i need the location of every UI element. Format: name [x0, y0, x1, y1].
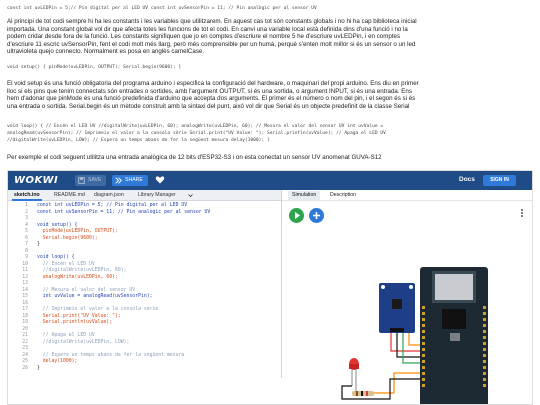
chevron-down-icon[interactable] — [188, 193, 193, 198]
paragraph-line: podem cridar desde fora de la funció. Le… — [7, 33, 401, 41]
paragraph-setup: El void setup és una funció obligatoria … — [7, 80, 533, 110]
share-button[interactable]: SHARE — [112, 175, 148, 186]
code-snippet-loop-line: void loop() { // Encén el LED UV //digit… — [7, 124, 384, 129]
simulation-canvas[interactable] — [282, 201, 532, 404]
paragraph-line: importada. Una constant global vol dir q… — [7, 25, 408, 33]
tab-library-manager[interactable]: Library Manager — [138, 192, 176, 198]
code-line: delay(1000); — [37, 359, 78, 364]
save-icon — [78, 177, 85, 184]
paragraph-line: El void setup és una funció obligatoria … — [7, 80, 419, 87]
code-editor[interactable]: 1 const int uvLEDPin = 5; // Pin digital … — [8, 201, 281, 378]
paragraph-constants: Al principi de tot codi sempre hi ha les… — [7, 18, 533, 56]
circuit-diagram — [341, 267, 488, 404]
save-button[interactable]: SAVE — [75, 175, 107, 186]
code-line: int uvValue = analogRead(uvSensorPin); — [37, 294, 153, 299]
uv-sensor-module — [379, 283, 415, 333]
wokwi-toolbar: WOKWI SAVE SHARE Docs SIGN IN — [8, 171, 532, 190]
wokwi-embed: WOKWI SAVE SHARE Docs SIGN IN sketch.ino… — [7, 170, 533, 405]
tab-readme-md[interactable]: README.md — [54, 192, 85, 198]
line-number: 26 — [22, 365, 28, 371]
paragraph-line: una entrada o sortida. Serial.begin és u… — [7, 102, 410, 110]
code-line: } — [37, 242, 40, 247]
heart-icon[interactable] — [155, 175, 165, 185]
paragraph-line: Al principi de tot codi sempre hi ha les… — [7, 18, 417, 25]
wokwi-logo[interactable]: WOKWI — [14, 175, 58, 186]
paragraph-example: Per exemple el codi seguent utilitza una… — [7, 154, 533, 162]
code-snippet-loop-line: //digitalWrite(uvLEDPin, LOW); // Espera… — [7, 138, 270, 143]
tab-sketch-ino[interactable]: sketch.ino — [14, 192, 40, 198]
paragraph-line: hem d'adonar que pinMode és una funció p… — [7, 95, 416, 103]
code-line: Serial.begin(9600); — [37, 235, 98, 241]
paragraph-line: ultravioleta quejo connecto. Normalment … — [7, 48, 205, 56]
code-snippet-setup: void setup() { pinMode(uvLEDPin, OUTPUT)… — [7, 65, 182, 70]
tab-description[interactable]: Description — [330, 192, 356, 198]
simulation-tabs: Simulation Description — [282, 190, 532, 201]
editor-tabs: sketch.ino README.md diagram.json Librar… — [8, 190, 281, 201]
share-label: SHARE — [125, 177, 143, 183]
paragraph-line: lloc si els pins que tenim connectats só… — [7, 87, 412, 95]
code-line: Serial.println(uvValue); — [37, 320, 113, 325]
code-line: //digitalWrite(uvLEDPin, LOW); — [37, 339, 130, 345]
share-icon — [115, 177, 122, 184]
code-line: const int uvSensorPin = 11; // Pin analò… — [37, 209, 211, 215]
code-line: analogWrite(uvLEDPin, 60); — [37, 274, 118, 280]
paragraph-line: Per exemple el codi seguent utilitza una… — [7, 154, 382, 161]
save-label: SAVE — [88, 177, 102, 183]
tab-simulation[interactable]: Simulation — [288, 191, 321, 200]
resistor — [352, 391, 374, 396]
paragraph-line: d'escriure 11 escric uvSensorPin, fent e… — [7, 40, 416, 48]
docs-link[interactable]: Docs — [459, 176, 475, 183]
esp32-s3-board — [420, 267, 488, 404]
code-snippet-loop-line: analogRead(uvSensorPin); // Imprimeix el… — [7, 131, 386, 136]
tab-diagram-json[interactable]: diagram.json — [94, 192, 124, 198]
code-snippet-constants: const int uvLEDPin = 5;// Pin digital pe… — [7, 6, 317, 11]
red-led — [349, 358, 359, 386]
code-line: } — [37, 365, 40, 371]
sign-in-button[interactable]: SIGN IN — [483, 175, 516, 186]
